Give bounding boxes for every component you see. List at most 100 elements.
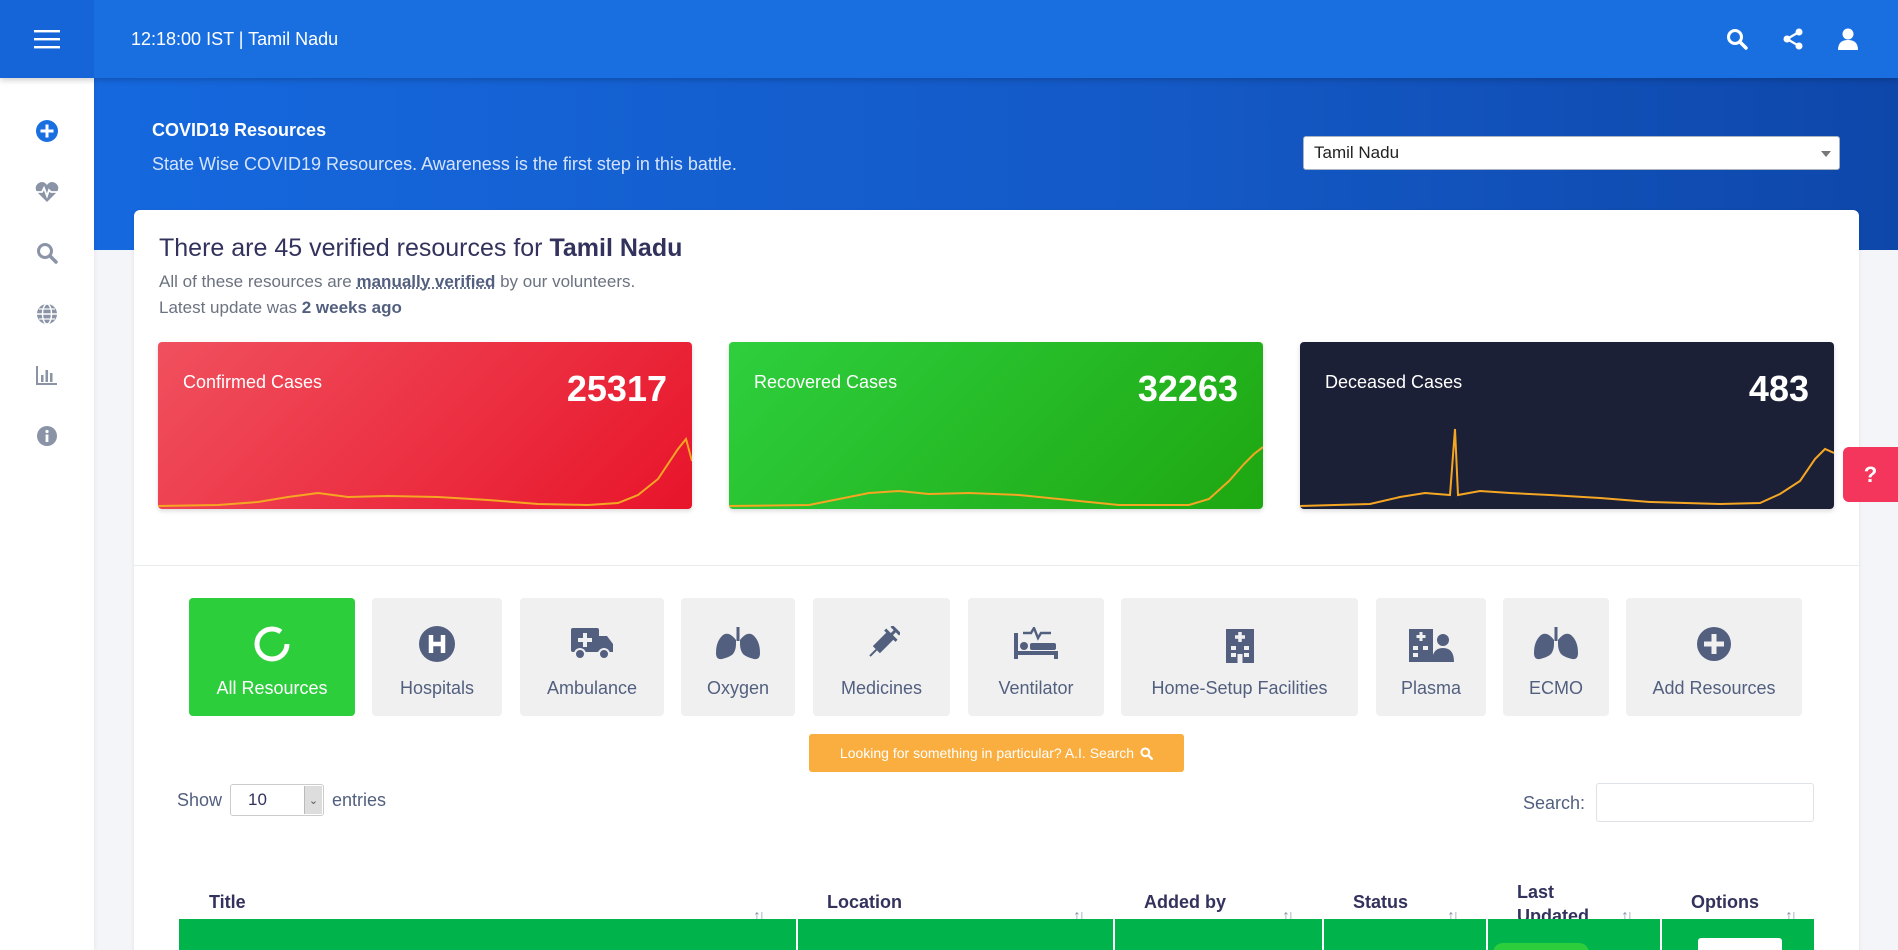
column-title-label: Title [209,892,246,912]
search-icon [1140,746,1154,760]
sidebar-item-globe[interactable] [32,299,62,329]
hospital-user-icon [1409,629,1454,662]
confirmed-cases-card: Confirmed Cases 25317 [158,342,692,509]
tab-oxygen[interactable]: Oxygen [681,598,795,716]
tab-medicines[interactable]: Medicines [813,598,950,716]
share-icon[interactable] [1782,28,1804,50]
help-icon: ? [1863,461,1878,487]
hamburger-menu-button[interactable] [0,0,94,78]
stat-value: 483 [1748,368,1809,409]
tab-label: Plasma [1400,678,1462,698]
tab-label: Add Resources [1652,678,1776,698]
tab-label: Oxygen [706,678,770,698]
deceased-trend-sparkline [1300,428,1834,507]
sidebar-item-add[interactable] [32,116,62,146]
tab-plasma[interactable]: Plasma [1376,598,1486,716]
cell-divider [1322,919,1324,950]
bar-chart-icon [36,366,57,385]
tab-label: Medicines [840,678,923,698]
tab-label: ECMO [1529,678,1583,698]
globe-icon [37,303,57,325]
stat-value: 25317 [566,368,667,409]
lungs-icon [1534,627,1578,660]
hamburger-icon [34,30,60,49]
resources-headline: There are 45 verified resources for Tami… [159,234,682,263]
tab-home-setup-facilities[interactable]: Home-Setup Facilities [1121,598,1358,716]
recovered-trend-sparkline [729,446,1263,507]
ai-search-label: Looking for something in particular? A.I… [839,745,1135,761]
update-text: Latest update was [159,298,302,317]
manually-verified-link[interactable]: manually verified [356,272,495,291]
search-icon[interactable] [1726,28,1748,50]
column-options-label: Options [1691,892,1759,912]
note-text-b: by our volunteers. [495,272,636,291]
tab-label: Hospitals [399,678,475,698]
entries-select[interactable]: 10 ⌄ [230,784,325,816]
tab-add-resources[interactable]: Add Resources [1626,598,1802,716]
tab-all-resources[interactable]: All Resources [189,598,355,716]
sidebar-item-health[interactable] [32,177,62,207]
sidebar-item-search[interactable] [32,238,62,268]
ai-search-button[interactable]: Looking for something in particular? A.I… [809,734,1184,772]
cell-divider [796,919,798,950]
show-label: Show [177,789,223,810]
resources-card: There are 45 verified resources for Tami… [134,210,1859,950]
deceased-cases-card: Deceased Cases 483 [1300,342,1834,509]
user-icon[interactable] [1838,28,1858,50]
top-navbar: 12:18:00 IST | Tamil Nadu [0,0,1898,78]
state-select-value: Tamil Nadu [1314,143,1400,162]
tab-label: All Resources [216,678,328,698]
recovered-cases-card: Recovered Cases 32263 [729,342,1263,509]
confirmed-trend-sparkline [158,436,692,507]
plus-circle-icon [36,120,58,142]
cell-divider [1113,919,1115,950]
syringe-icon [868,626,900,657]
stat-value: 32263 [1137,368,1238,409]
tab-ventilator[interactable]: Ventilator [968,598,1104,716]
latest-update-note: Latest update was 2 weeks ago [159,298,402,318]
tab-ecmo[interactable]: ECMO [1503,598,1609,716]
table-search-label: Search: [1523,793,1586,813]
chevron-down-icon: ⌄ [304,786,323,814]
help-button[interactable]: ? [1843,447,1898,502]
cell-divider [1486,919,1488,950]
state-select[interactable]: Tamil Nadu [1303,136,1840,170]
section-divider [134,565,1859,566]
ambulance-icon [571,628,613,660]
entries-length-control: Show 10 ⌄ entries [177,784,386,816]
tab-label: Ambulance [546,678,638,698]
tab-label: Home-Setup Facilities [1151,678,1328,698]
tab-hospitals[interactable]: Hospitals [372,598,502,716]
entries-label: entries [332,789,387,810]
search-icon [37,243,58,264]
entries-select-value: 10 [248,790,267,809]
headline-prefix: There are 45 verified resources for [159,234,550,262]
sidebar-item-info[interactable] [32,421,62,451]
page-subtitle: State Wise COVID19 Resources. Awareness … [152,154,737,174]
bed-pulse-icon [1014,627,1058,659]
row-options-button[interactable] [1698,938,1782,950]
page-title: COVID19 Resources [152,120,327,140]
column-status-label: Status [1353,892,1409,912]
stat-label: Recovered Cases [754,372,898,392]
hospital-building-icon [1225,629,1254,663]
column-added-by-label: Added by [1144,892,1227,912]
lungs-icon [716,627,760,660]
info-icon [37,426,57,446]
stat-label: Deceased Cases [1325,372,1463,392]
column-location-label: Location [827,892,902,912]
tab-ambulance[interactable]: Ambulance [520,598,664,716]
verification-note: All of these resources are manually veri… [159,272,635,292]
sidebar-item-stats[interactable] [32,360,62,390]
hospital-h-icon [419,626,455,662]
plus-circle-icon [1697,627,1731,661]
update-age: 2 weeks ago [301,298,402,317]
table-search-input[interactable] [1596,783,1814,822]
headline-state: Tamil Nadu [549,234,683,262]
cell-divider [1660,919,1662,950]
clock-location-text: 12:18:00 IST | Tamil Nadu [131,28,339,49]
note-text-a: All of these resources are [159,272,357,291]
heartbeat-icon [35,182,59,202]
loading-ring-icon [254,626,290,662]
chevron-down-icon [1821,151,1831,157]
